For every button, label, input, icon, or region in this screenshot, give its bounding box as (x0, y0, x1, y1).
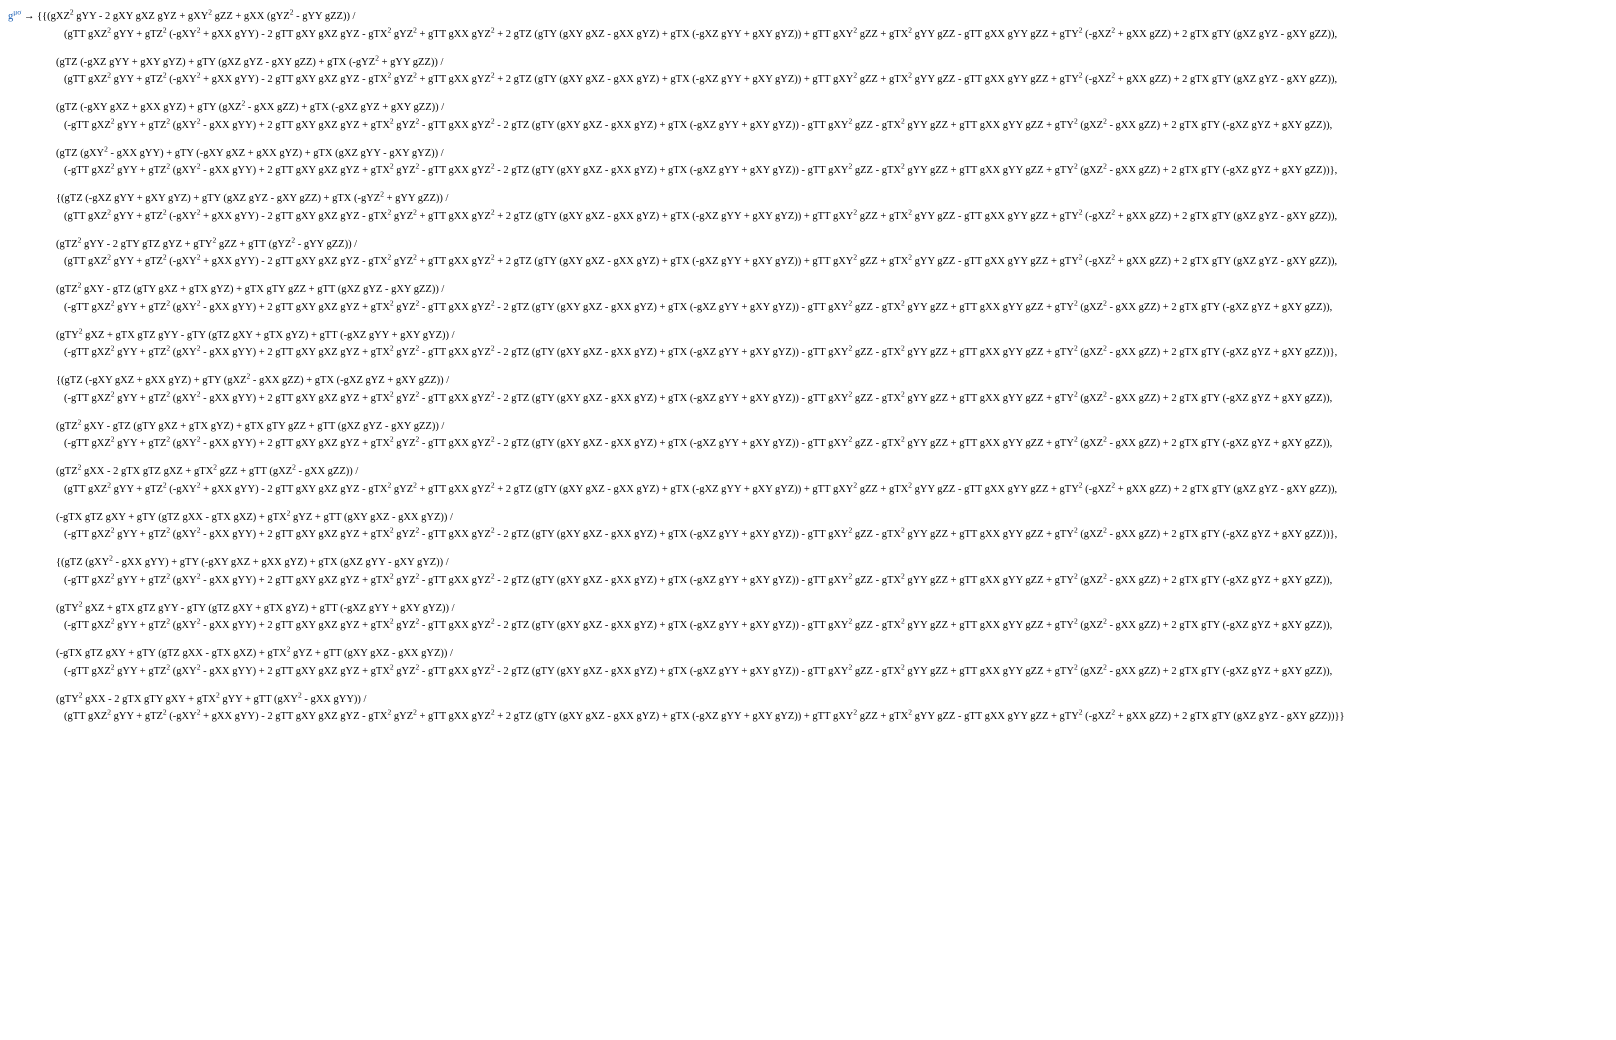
row-4-2-num: (gTY2 gXZ + gTX gTZ gYY - gTY (gTZ gXY +… (8, 600, 1616, 618)
row-1-4-den: (-gTT gXZ2 gYY + gTZ2 (gXY2 - gXX gYY) +… (8, 162, 1616, 180)
row-2-3-num: (gTZ2 gXY - gTZ (gTY gXZ + gTX gYZ) + gT… (8, 281, 1616, 299)
row-4-1-num: {(gTZ (gXY2 - gXX gYY) + gTY (-gXY gXZ +… (8, 554, 1616, 572)
row-3-4-num: (-gTX gTZ gXY + gTY (gTZ gXX - gTX gXZ) … (8, 509, 1616, 527)
row-1-3-num: (gTZ (-gXY gXZ + gXX gYZ) + gTY (gXZ2 - … (8, 99, 1616, 117)
row-3-3-num: (gTZ2 gXX - 2 gTX gTZ gXZ + gTX2 gZZ + g… (8, 463, 1616, 481)
row-2-1-den: (gTT gXZ2 gYY + gTZ2 (-gXY2 + gXX gYY) -… (8, 208, 1616, 226)
row-3-2-num: (gTZ2 gXY - gTZ (gTY gXZ + gTX gYZ) + gT… (8, 418, 1616, 436)
row-2-4-den: (-gTT gXZ2 gYY + gTZ2 (gXY2 - gXX gYY) +… (8, 344, 1616, 362)
row-1-2-den: (gTT gXZ2 gYY + gTZ2 (-gXY2 + gXX gYY) -… (8, 71, 1616, 89)
row-3-3-den: (gTT gXZ2 gYY + gTZ2 (-gXY2 + gXX gYY) -… (8, 481, 1616, 499)
row-4-3-num: (-gTX gTZ gXY + gTY (gTZ gXX - gTX gXZ) … (8, 645, 1616, 663)
row-4-2-den: (-gTT gXZ2 gYY + gTZ2 (gXY2 - gXX gYY) +… (8, 617, 1616, 635)
row-1-1-num: gμσ → {{(gXZ2 gYY - 2 gXY gXZ gYZ + gXY2… (8, 8, 1616, 26)
row-1-1-den: (gTT gXZ2 gYY + gTZ2 (-gXY2 + gXX gYY) -… (8, 26, 1616, 44)
row-4-3-den: (-gTT gXZ2 gYY + gTZ2 (gXY2 - gXX gYY) +… (8, 663, 1616, 681)
row-3-4-den: (-gTT gXZ2 gYY + gTZ2 (gXY2 - gXX gYY) +… (8, 526, 1616, 544)
row-2-2-den: (gTT gXZ2 gYY + gTZ2 (-gXY2 + gXX gYY) -… (8, 253, 1616, 271)
row-2-1-num: {(gTZ (-gXZ gYY + gXY gYZ) + gTY (gXZ gY… (8, 190, 1616, 208)
lhs-symbol: gμσ (8, 11, 21, 22)
row-2-4-num: (gTY2 gXZ + gTX gTZ gYY - gTY (gTZ gXY +… (8, 327, 1616, 345)
row-3-1-num: {(gTZ (-gXY gXZ + gXX gYZ) + gTY (gXZ2 -… (8, 372, 1616, 390)
row-4-1-den: (-gTT gXZ2 gYY + gTZ2 (gXY2 - gXX gYY) +… (8, 572, 1616, 590)
row-1-4-num: (gTZ (gXY2 - gXX gYY) + gTY (-gXY gXZ + … (8, 145, 1616, 163)
row-3-2-den: (-gTT gXZ2 gYY + gTZ2 (gXY2 - gXX gYY) +… (8, 435, 1616, 453)
row-3-1-den: (-gTT gXZ2 gYY + gTZ2 (gXY2 - gXX gYY) +… (8, 390, 1616, 408)
math-output: gμσ → {{(gXZ2 gYY - 2 gXY gXZ gYZ + gXY2… (8, 8, 1616, 726)
row-2-3-den: (-gTT gXZ2 gYY + gTZ2 (gXY2 - gXX gYY) +… (8, 299, 1616, 317)
row-2-2-num: (gTZ2 gYY - 2 gTY gTZ gYZ + gTY2 gZZ + g… (8, 236, 1616, 254)
row-4-4-num: (gTY2 gXX - 2 gTX gTY gXY + gTX2 gYY + g… (8, 691, 1616, 709)
row-1-3-den: (-gTT gXZ2 gYY + gTZ2 (gXY2 - gXX gYY) +… (8, 117, 1616, 135)
row-4-4-den: (gTT gXZ2 gYY + gTZ2 (-gXY2 + gXX gYY) -… (8, 708, 1616, 726)
row-1-2-num: (gTZ (-gXZ gYY + gXY gYZ) + gTY (gXZ gYZ… (8, 54, 1616, 72)
